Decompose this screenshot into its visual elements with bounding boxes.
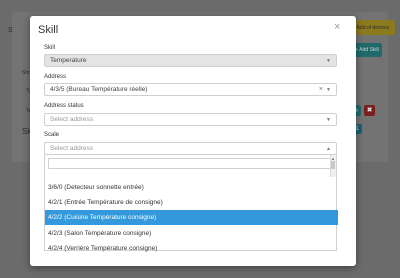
address-select-value: 4/3/5 (Bureau Température réelle) [50,86,148,93]
scale-select[interactable]: Select address ▲ [44,142,337,155]
dropdown-scrollbar[interactable]: ▲ [330,155,336,177]
dropdown-option[interactable]: 4/2/1 (Entrée Température de consigne) [45,195,338,210]
chevron-down-icon: ▼ [326,87,331,93]
skill-select[interactable]: Temperature ▼ [44,54,337,67]
clear-icon[interactable]: × [319,86,323,93]
chevron-up-icon: ▲ [326,146,331,152]
dropdown-option[interactable]: 4/2/3 (Salon Température consigne) [45,226,338,241]
address-label: Address [44,74,67,80]
skill-select-value: Temperature [50,57,87,64]
dropdown-option-selected[interactable]: 4/2/2 (Cuisine Température consigne) [45,210,338,225]
background-add-devices-button[interactable]: Add of devices [351,20,395,35]
skill-modal: Skill × Skill Temperature ▼ Address 4/3/… [30,16,356,266]
scale-label: Scale [44,132,60,138]
scale-placeholder: Select address [50,145,93,152]
address-select[interactable]: 4/3/5 (Bureau Température réelle) × ▼ [44,83,337,96]
address-status-label: Address status [44,103,84,109]
address-status-placeholder: Select address [50,116,93,123]
chevron-down-icon: ▼ [326,58,331,64]
scale-dropdown: ▲ 3/6/0 (Detecteur sonnette entrée) 4/2/… [44,155,338,252]
background-add-skill-button[interactable]: + Add Skill [352,43,382,57]
dropdown-option[interactable]: 4/2/4 (Verrière Température consigne) [45,241,338,256]
close-icon[interactable]: × [334,21,340,33]
scroll-thumb[interactable] [331,161,335,169]
delete-icon[interactable]: ✖ [364,105,375,116]
dropdown-search-input[interactable] [48,158,334,169]
skill-label: Skill [44,45,56,51]
modal-title: Skill [38,24,59,36]
dropdown-option[interactable]: 3/6/0 (Detecteur sonnette entrée) [45,180,338,195]
address-status-select[interactable]: Select address ▼ [44,113,337,126]
chevron-down-icon: ▼ [326,117,331,123]
